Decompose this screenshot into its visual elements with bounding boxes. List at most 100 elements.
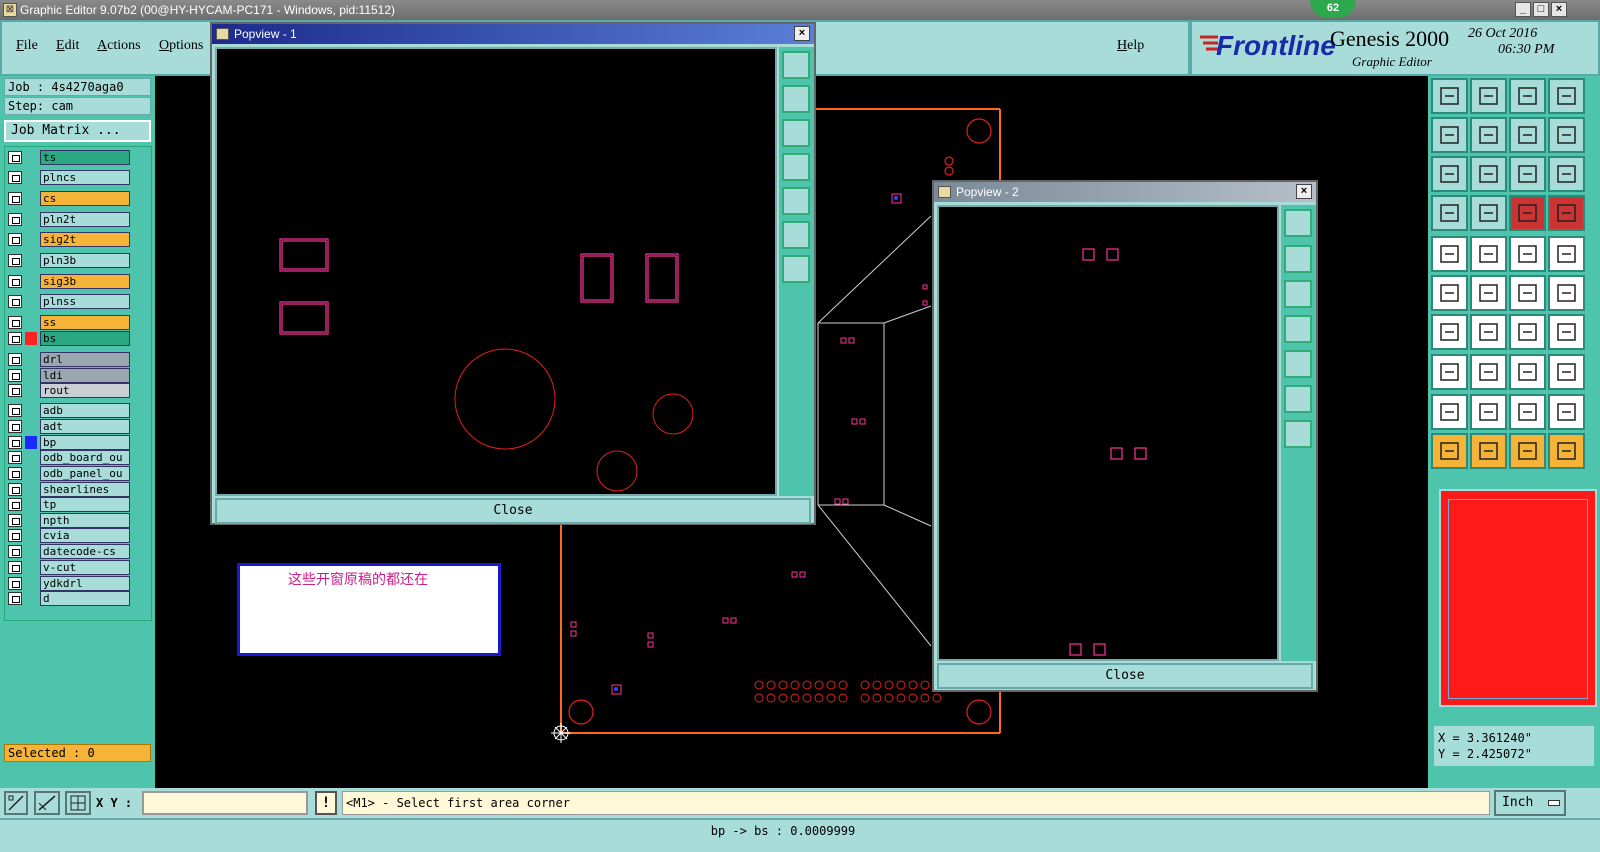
layer-name[interactable]: v-cut <box>40 560 130 575</box>
undo-icon[interactable] <box>1509 314 1546 350</box>
mirror-icon[interactable] <box>1548 314 1585 350</box>
group-icon[interactable] <box>1548 354 1585 390</box>
layer-checkbox[interactable] <box>8 353 22 366</box>
help-icon[interactable] <box>1548 156 1585 192</box>
layer-checkbox[interactable] <box>8 561 22 574</box>
layer-name[interactable]: rout <box>40 383 130 398</box>
angle-icon[interactable] <box>1431 314 1468 350</box>
menu-edit[interactable]: Edit <box>56 38 79 54</box>
menu-options[interactable]: Options <box>159 38 203 54</box>
arc-icon[interactable] <box>1509 394 1546 430</box>
pan-right-icon[interactable] <box>1284 350 1312 378</box>
layer-row-ldi[interactable]: ldi <box>8 368 130 383</box>
layer-checkbox[interactable] <box>8 213 22 226</box>
layer-row-tp[interactable]: tp <box>8 497 130 512</box>
pad-icon[interactable] <box>1431 236 1468 272</box>
layer-row-drl[interactable]: drl <box>8 352 130 367</box>
popview-2-close-x[interactable]: × <box>1296 184 1312 199</box>
layer-row-ts[interactable]: ts <box>8 150 130 165</box>
layer-checkbox[interactable] <box>8 451 22 464</box>
layer-checkbox[interactable] <box>8 577 22 590</box>
move-right-icon[interactable] <box>1470 117 1507 153</box>
layer-checkbox[interactable] <box>8 483 22 496</box>
layer-checkbox[interactable] <box>8 369 22 382</box>
layer-name[interactable]: drl <box>40 352 130 367</box>
snap-point-icon[interactable] <box>1431 354 1468 390</box>
select-circle-icon[interactable] <box>1509 433 1546 469</box>
popview-1-canvas[interactable] <box>215 47 777 496</box>
move-up-icon[interactable] <box>1431 78 1468 114</box>
popview-1-titlebar[interactable]: Popview - 1 × <box>212 24 814 44</box>
expand-vertical-icon[interactable] <box>1431 156 1468 192</box>
fit-icon[interactable] <box>1548 117 1585 153</box>
ruler-icon[interactable] <box>1509 236 1546 272</box>
layer-name[interactable]: shearlines <box>40 482 130 497</box>
split-view-icon[interactable] <box>1548 78 1585 114</box>
layer-row-cs[interactable]: cs <box>8 191 130 206</box>
layer-row-pln3b[interactable]: pln3b <box>8 253 130 268</box>
popview-2-close-button[interactable]: Close <box>937 663 1313 689</box>
layer-row-bs[interactable]: bs <box>8 331 130 346</box>
arrow-up-triangle-icon[interactable] <box>1470 394 1507 430</box>
zoom-fit-icon[interactable] <box>1284 209 1312 237</box>
layer-checkbox[interactable] <box>8 592 22 605</box>
layer-row-pln2t[interactable]: pln2t <box>8 212 130 227</box>
layer-checkbox[interactable] <box>8 233 22 246</box>
layer-name[interactable]: tp <box>40 497 130 512</box>
units-dropdown[interactable]: Inch <box>1494 790 1566 816</box>
ratio-icon[interactable] <box>1509 156 1546 192</box>
pan-left-icon[interactable] <box>1284 315 1312 343</box>
layer-name[interactable]: d <box>40 591 130 606</box>
pan-right-icon[interactable] <box>782 187 810 215</box>
layer-name[interactable]: odb_panel_ou <box>40 466 130 481</box>
layer-row-datecode-cs[interactable]: datecode-cs <box>8 544 130 559</box>
zoom-out-icon[interactable] <box>782 255 810 283</box>
layer-checkbox[interactable] <box>8 316 22 329</box>
layer-row-adt[interactable]: adt <box>8 419 130 434</box>
layer-row-d[interactable]: d <box>8 591 130 606</box>
zoom-in-icon[interactable] <box>782 221 810 249</box>
layer-name[interactable]: adt <box>40 419 130 434</box>
close-window-button[interactable]: × <box>1551 2 1567 17</box>
layer-name[interactable]: bp <box>40 435 130 450</box>
layer-checkbox[interactable] <box>8 332 22 345</box>
layer-name[interactable]: ydkdrl <box>40 576 130 591</box>
extend-icon[interactable] <box>1548 275 1585 311</box>
add-point-icon[interactable] <box>1509 275 1546 311</box>
layer-row-odb_board_ou[interactable]: odb_board_ou <box>8 450 130 465</box>
pan-up-icon[interactable] <box>782 85 810 113</box>
minimize-button[interactable]: _ <box>1515 2 1531 17</box>
layer-name[interactable]: sig2t <box>40 232 130 247</box>
move-down-icon[interactable] <box>1470 78 1507 114</box>
layer-highlight-icon[interactable] <box>1548 195 1585 231</box>
layer-checkbox[interactable] <box>8 151 22 164</box>
layer-checkbox[interactable] <box>8 514 22 527</box>
layer-checkbox[interactable] <box>8 545 22 558</box>
layer-row-shearlines[interactable]: shearlines <box>8 482 130 497</box>
feature-highlight-icon[interactable] <box>1509 195 1546 231</box>
layer-row-cvia[interactable]: cvia <box>8 528 130 543</box>
popview-1-close-x[interactable]: × <box>794 26 810 41</box>
select-icon[interactable] <box>1431 433 1468 469</box>
layer-row-npth[interactable]: npth <box>8 513 130 528</box>
layer-row-ydkdrl[interactable]: ydkdrl <box>8 576 130 591</box>
zoom-fit-icon[interactable] <box>782 51 810 79</box>
layer-name[interactable]: plncs <box>40 170 130 185</box>
layer-checkbox[interactable] <box>8 436 22 449</box>
line-color-icon[interactable] <box>1470 236 1507 272</box>
grid-toggle-icon[interactable] <box>1470 195 1507 231</box>
layer-row-bp[interactable]: bp <box>8 435 130 450</box>
layer-checkbox[interactable] <box>8 384 22 397</box>
popview-2-titlebar[interactable]: Popview - 2 × <box>934 182 1316 202</box>
menu-file[interactable]: File <box>16 38 38 54</box>
pan-down-icon[interactable] <box>782 119 810 147</box>
triangle-icon[interactable] <box>1431 394 1468 430</box>
line-break-icon[interactable] <box>1470 354 1507 390</box>
menu-help[interactable]: Help <box>1117 38 1144 54</box>
center-icon[interactable] <box>1470 156 1507 192</box>
zoom-in-icon[interactable] <box>1284 385 1312 413</box>
layer-row-ss[interactable]: ss <box>8 315 130 330</box>
layer-checkbox[interactable] <box>8 275 22 288</box>
layer-checkbox[interactable] <box>8 171 22 184</box>
line-triangle-icon[interactable] <box>1548 394 1585 430</box>
